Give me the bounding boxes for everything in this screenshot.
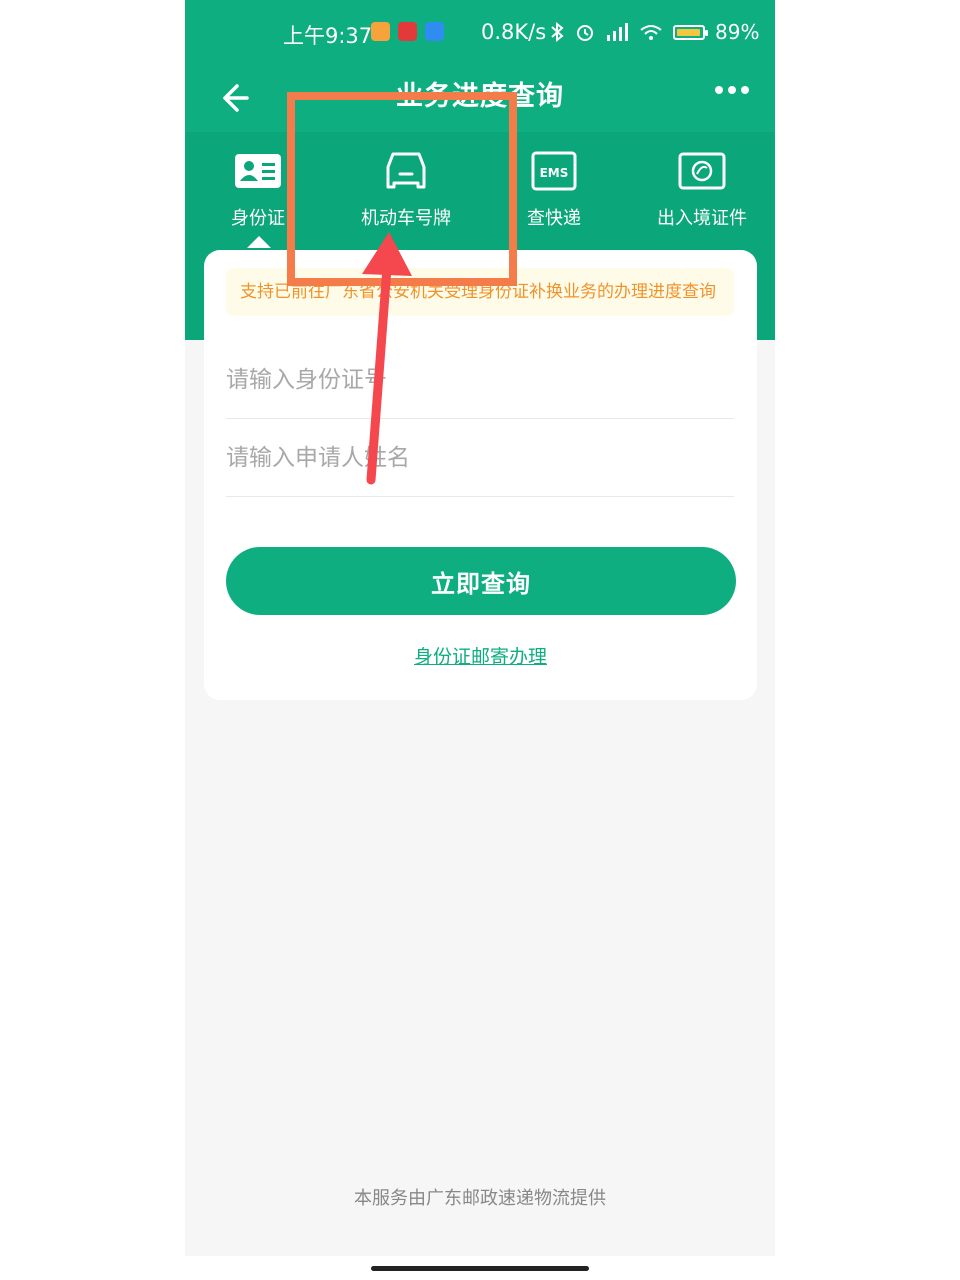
tab-label: 查快递 xyxy=(527,208,581,229)
signal-icon xyxy=(607,23,628,41)
id-mail-link[interactable]: 身份证邮寄办理 xyxy=(204,642,757,669)
status-right: 89% xyxy=(549,20,759,44)
annotation-highlight-box xyxy=(287,92,517,286)
notification-app-icon xyxy=(425,22,444,41)
battery-icon xyxy=(673,24,708,40)
query-now-button[interactable]: 立即查询 xyxy=(226,547,736,615)
active-tab-indicator xyxy=(247,236,271,248)
notification-app-icon xyxy=(371,22,390,41)
passport-icon xyxy=(678,152,726,190)
notification-app-icon xyxy=(398,22,417,41)
id-card-icon xyxy=(235,154,281,188)
query-card: 支持已前往广东省公安机关受理身份证补换业务的办理进度查询 立即查询 身份证邮寄办… xyxy=(204,250,757,700)
network-speed: 0.8K/s xyxy=(481,20,547,44)
id-number-input[interactable] xyxy=(226,342,734,418)
more-menu-icon[interactable] xyxy=(715,86,749,94)
bluetooth-icon xyxy=(551,22,564,42)
battery-level: 89% xyxy=(715,20,760,44)
home-indicator xyxy=(371,1266,589,1271)
footer-text: 本服务由广东邮政速递物流提供 xyxy=(354,1188,606,1209)
applicant-name-input[interactable] xyxy=(226,420,734,496)
status-time: 上午9:37 xyxy=(283,24,373,48)
id-number-field xyxy=(226,342,734,419)
notification-icons xyxy=(371,22,444,41)
applicant-name-field xyxy=(226,420,734,497)
wifi-icon xyxy=(640,25,662,40)
alarm-icon xyxy=(577,25,593,41)
tab-label: 身份证 xyxy=(231,208,285,229)
tab-label: 出入境证件 xyxy=(657,208,747,229)
ems-icon-text: EMS xyxy=(540,166,569,180)
tab-exit-entry[interactable]: 出入境证件 xyxy=(628,148,775,230)
ems-icon: EMS xyxy=(531,151,577,191)
status-bar: 上午9:37 0.8K/s 89% xyxy=(185,0,775,66)
